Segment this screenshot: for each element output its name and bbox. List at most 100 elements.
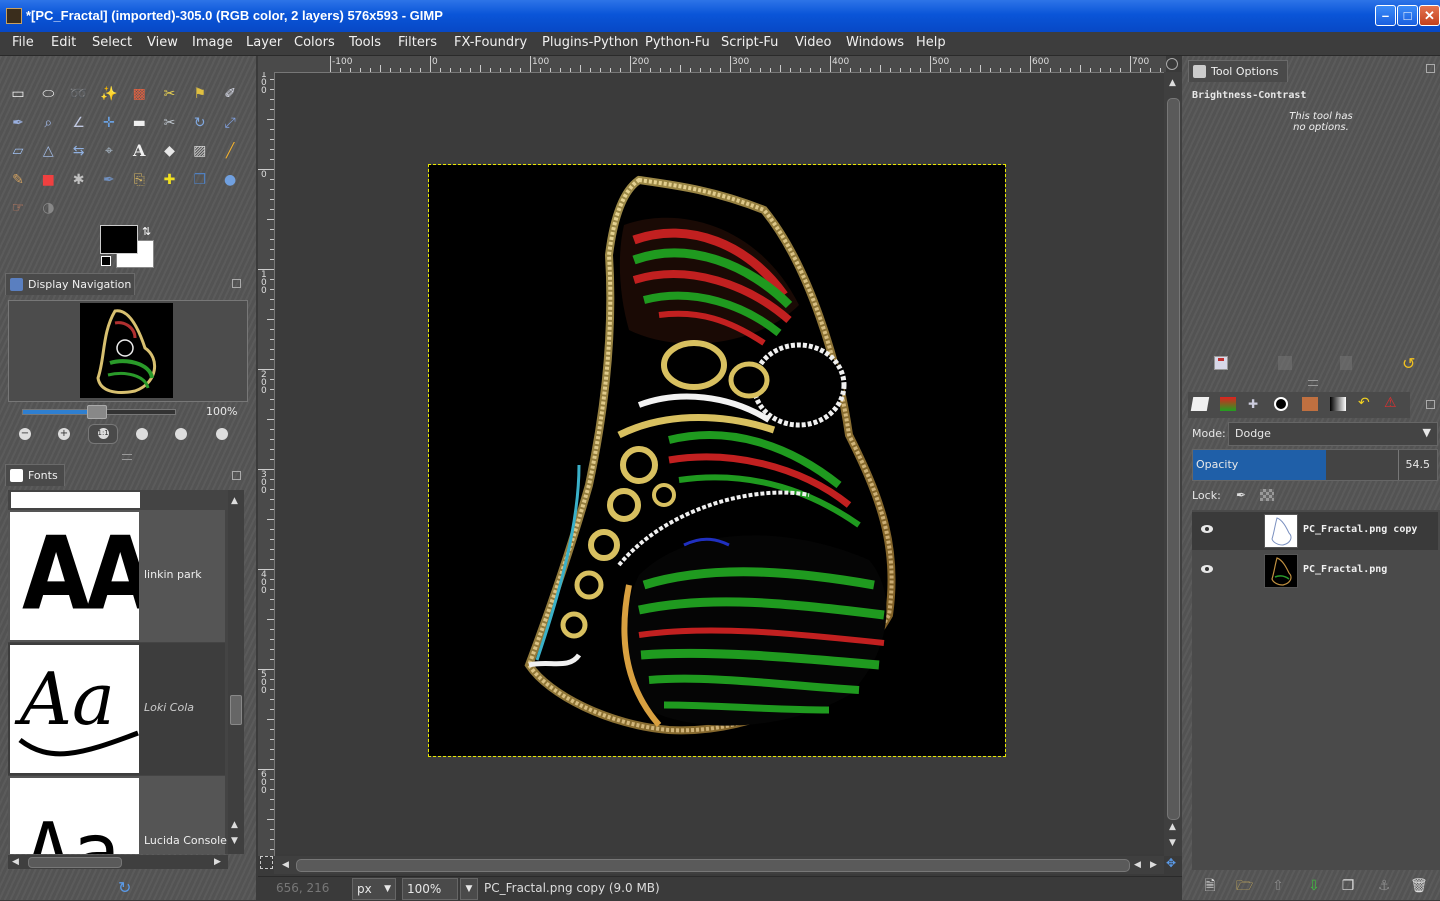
scissors-select-icon[interactable]: ✂ bbox=[159, 83, 181, 105]
clone-icon[interactable]: ⎘ bbox=[128, 169, 150, 191]
canvas-hscroll-thumb[interactable] bbox=[296, 859, 1130, 872]
tab-gradients[interactable] bbox=[1330, 397, 1346, 411]
shear-icon[interactable]: ▱ bbox=[7, 140, 29, 162]
free-select-icon[interactable]: ➿ bbox=[68, 83, 90, 105]
fonts-scroll-thumb[interactable] bbox=[230, 695, 242, 725]
panel-resize-grip[interactable] bbox=[1308, 380, 1318, 386]
blur-icon[interactable]: ● bbox=[219, 169, 241, 191]
layer-name[interactable]: PC_Fractal.png bbox=[1303, 564, 1387, 575]
blend-icon[interactable]: ▨ bbox=[189, 140, 211, 162]
quick-mask-toggle[interactable] bbox=[1166, 58, 1178, 70]
tab-channels[interactable] bbox=[1220, 397, 1236, 411]
color-picker-icon[interactable]: ✒ bbox=[7, 112, 29, 134]
tab-error-console[interactable]: ⚠ bbox=[1384, 395, 1397, 411]
menu-view[interactable]: View bbox=[147, 35, 178, 50]
close-button[interactable]: ✕ bbox=[1419, 5, 1440, 26]
gimp-app-icon[interactable] bbox=[6, 8, 22, 24]
canvas-vscrollbar[interactable]: ▲ ▲ ▼ bbox=[1164, 72, 1182, 856]
zoom-out-button[interactable]: − bbox=[19, 428, 31, 440]
default-colors-icon[interactable] bbox=[101, 256, 111, 266]
text-icon[interactable]: A bbox=[128, 140, 150, 162]
menu-video[interactable]: Video bbox=[795, 35, 831, 50]
navigation-preview[interactable] bbox=[8, 300, 248, 402]
menu-windows[interactable]: Windows bbox=[846, 35, 904, 50]
opacity-slider[interactable]: Opacity 54.5 bbox=[1192, 449, 1438, 481]
cage-icon[interactable]: ⌖ bbox=[98, 140, 120, 162]
lock-pixels-icon[interactable]: ✒ bbox=[1236, 488, 1246, 502]
menu-help[interactable]: Help bbox=[916, 35, 946, 50]
zoom-1-1-button[interactable]: 1:1 bbox=[88, 424, 118, 444]
new-layer-group-icon[interactable]: 🗁 bbox=[1236, 878, 1253, 894]
perspective-icon[interactable]: △ bbox=[37, 140, 59, 162]
panel-resize-grip[interactable] bbox=[122, 454, 132, 460]
image-viewport[interactable] bbox=[275, 73, 1164, 854]
menu-layer[interactable]: Layer bbox=[246, 35, 282, 50]
bucket-fill-icon[interactable]: ◆ bbox=[159, 140, 181, 162]
vertical-ruler[interactable]: 100 0 100 200 300 400 500 600 bbox=[258, 72, 275, 856]
measure-icon[interactable]: ∠ bbox=[68, 112, 90, 134]
canvas-hscrollbar[interactable]: ◀ ◀ ▶ bbox=[274, 856, 1164, 874]
fonts-list[interactable]: AA linkin park Aa Loki Cola Aa Lucida Co… bbox=[8, 490, 228, 854]
zoom-in-button[interactable]: + bbox=[58, 428, 70, 440]
tab-paths[interactable]: ✚ bbox=[1248, 397, 1258, 411]
flip-icon[interactable]: ⇆ bbox=[68, 140, 90, 162]
menu-plugins-python[interactable]: Plugins-Python bbox=[542, 35, 638, 50]
eye-icon[interactable] bbox=[1200, 564, 1214, 574]
tab-patterns[interactable] bbox=[1302, 397, 1318, 411]
paths-icon[interactable]: ✐ bbox=[219, 83, 241, 105]
dock-menu-button[interactable] bbox=[232, 471, 241, 480]
zoom-select[interactable]: 100% bbox=[402, 878, 458, 900]
shrink-wrap-button[interactable] bbox=[216, 428, 228, 440]
duplicate-layer-icon[interactable]: ❐ bbox=[1340, 878, 1356, 894]
heal-icon[interactable]: ✚ bbox=[159, 169, 181, 191]
tab-display-navigation[interactable]: Display Navigation bbox=[5, 273, 135, 295]
menu-file[interactable]: File bbox=[12, 35, 34, 50]
unit-select[interactable]: px ▼ bbox=[352, 878, 396, 900]
navigate-icon[interactable]: ✥ bbox=[1166, 856, 1176, 870]
zoom-dropdown-button[interactable]: ▼ bbox=[460, 878, 478, 900]
refresh-icon[interactable]: ↻ bbox=[118, 878, 131, 897]
swap-colors-icon[interactable]: ⇅ bbox=[142, 225, 151, 238]
list-item[interactable]: Aa Lucida Console bbox=[8, 776, 227, 854]
menu-filters[interactable]: Filters bbox=[398, 35, 437, 50]
zoom-slider[interactable] bbox=[22, 405, 176, 419]
delete-options-icon[interactable] bbox=[1340, 356, 1352, 370]
raise-layer-icon[interactable]: ⇧ bbox=[1270, 878, 1286, 894]
foreground-color-swatch[interactable] bbox=[100, 225, 138, 254]
zoom-icon[interactable]: ⌕ bbox=[37, 112, 59, 134]
fonts-vscrollbar[interactable]: ▲ ▲ ▼ bbox=[228, 490, 244, 854]
move-icon[interactable]: ✛ bbox=[98, 112, 120, 134]
menu-edit[interactable]: Edit bbox=[51, 35, 76, 50]
dock-menu-button[interactable] bbox=[232, 279, 241, 288]
dock-menu-button[interactable] bbox=[1426, 64, 1435, 73]
dodge-burn-icon[interactable]: ◑ bbox=[37, 197, 59, 219]
lock-alpha-icon[interactable] bbox=[1260, 489, 1274, 501]
image-canvas[interactable] bbox=[428, 164, 1006, 757]
layer-row[interactable]: PC_Fractal.png copy bbox=[1192, 512, 1438, 550]
tab-brushes[interactable] bbox=[1274, 397, 1288, 411]
reset-options-icon[interactable]: ↺ bbox=[1402, 354, 1415, 373]
ink-icon[interactable]: ✒ bbox=[98, 169, 120, 191]
tab-layers[interactable] bbox=[1190, 397, 1210, 411]
menu-select[interactable]: Select bbox=[92, 35, 132, 50]
scale-icon[interactable]: ⤢ bbox=[219, 112, 241, 134]
crop-icon[interactable]: ✂ bbox=[159, 112, 181, 134]
rotate-icon[interactable]: ↻ bbox=[189, 112, 211, 134]
align-icon[interactable]: ▬ bbox=[128, 112, 150, 134]
layers-list[interactable]: PC_Fractal.png copy PC_Fractal.png bbox=[1192, 510, 1440, 870]
delete-layer-icon[interactable]: 🗑 bbox=[1410, 878, 1428, 894]
select-by-color-icon[interactable]: ▩ bbox=[128, 83, 150, 105]
tab-tool-options[interactable]: Tool Options bbox=[1188, 60, 1288, 82]
list-item[interactable]: Aa Loki Cola bbox=[8, 643, 225, 775]
layer-row[interactable]: PC_Fractal.png bbox=[1192, 552, 1438, 590]
opacity-spin[interactable]: 54.5 bbox=[1398, 450, 1438, 480]
zoom-fill-button[interactable] bbox=[175, 428, 187, 440]
menu-script-fu[interactable]: Script-Fu bbox=[721, 35, 778, 50]
menu-fx-foundry[interactable]: FX-Foundry bbox=[454, 35, 527, 50]
foreground-select-icon[interactable]: ⚑ bbox=[189, 83, 211, 105]
menu-colors[interactable]: Colors bbox=[294, 35, 335, 50]
tab-fonts[interactable]: Fonts bbox=[5, 464, 65, 486]
mode-select[interactable]: Dodge ▼ bbox=[1228, 422, 1438, 446]
maximize-button[interactable]: □ bbox=[1397, 5, 1418, 26]
tab-undo-history[interactable]: ↶ bbox=[1358, 395, 1370, 411]
